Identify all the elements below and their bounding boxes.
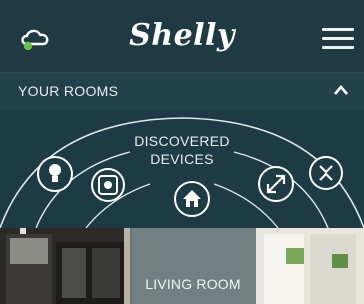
app-header: Shelly	[0, 0, 364, 74]
room-label-living-room: LIVING ROOM	[130, 228, 256, 304]
bulb-icon[interactable]	[37, 156, 73, 192]
your-rooms-bar[interactable]: YOUR ROOMS	[0, 74, 364, 110]
room-card-living-room[interactable]: LIVING ROOM	[0, 228, 364, 304]
hamburger-menu-icon[interactable]	[322, 28, 354, 50]
expand-arrows-icon[interactable]	[258, 166, 294, 202]
discovered-label-line1: DISCOVERED	[134, 133, 230, 149]
discovered-label-line2: DEVICES	[150, 151, 214, 167]
discovered-devices-label[interactable]: DISCOVERED DEVICES	[118, 132, 246, 168]
device-arc	[0, 117, 364, 228]
roller-shutter-icon[interactable]	[309, 156, 343, 190]
discovered-devices-panel: DISCOVERED DEVICES	[0, 110, 364, 228]
plug-icon[interactable]	[91, 168, 125, 202]
app-logo: Shelly	[129, 18, 235, 53]
your-rooms-label: YOUR ROOMS	[18, 83, 119, 99]
chevron-up-icon[interactable]	[333, 84, 349, 96]
home-icon[interactable]	[174, 181, 210, 217]
